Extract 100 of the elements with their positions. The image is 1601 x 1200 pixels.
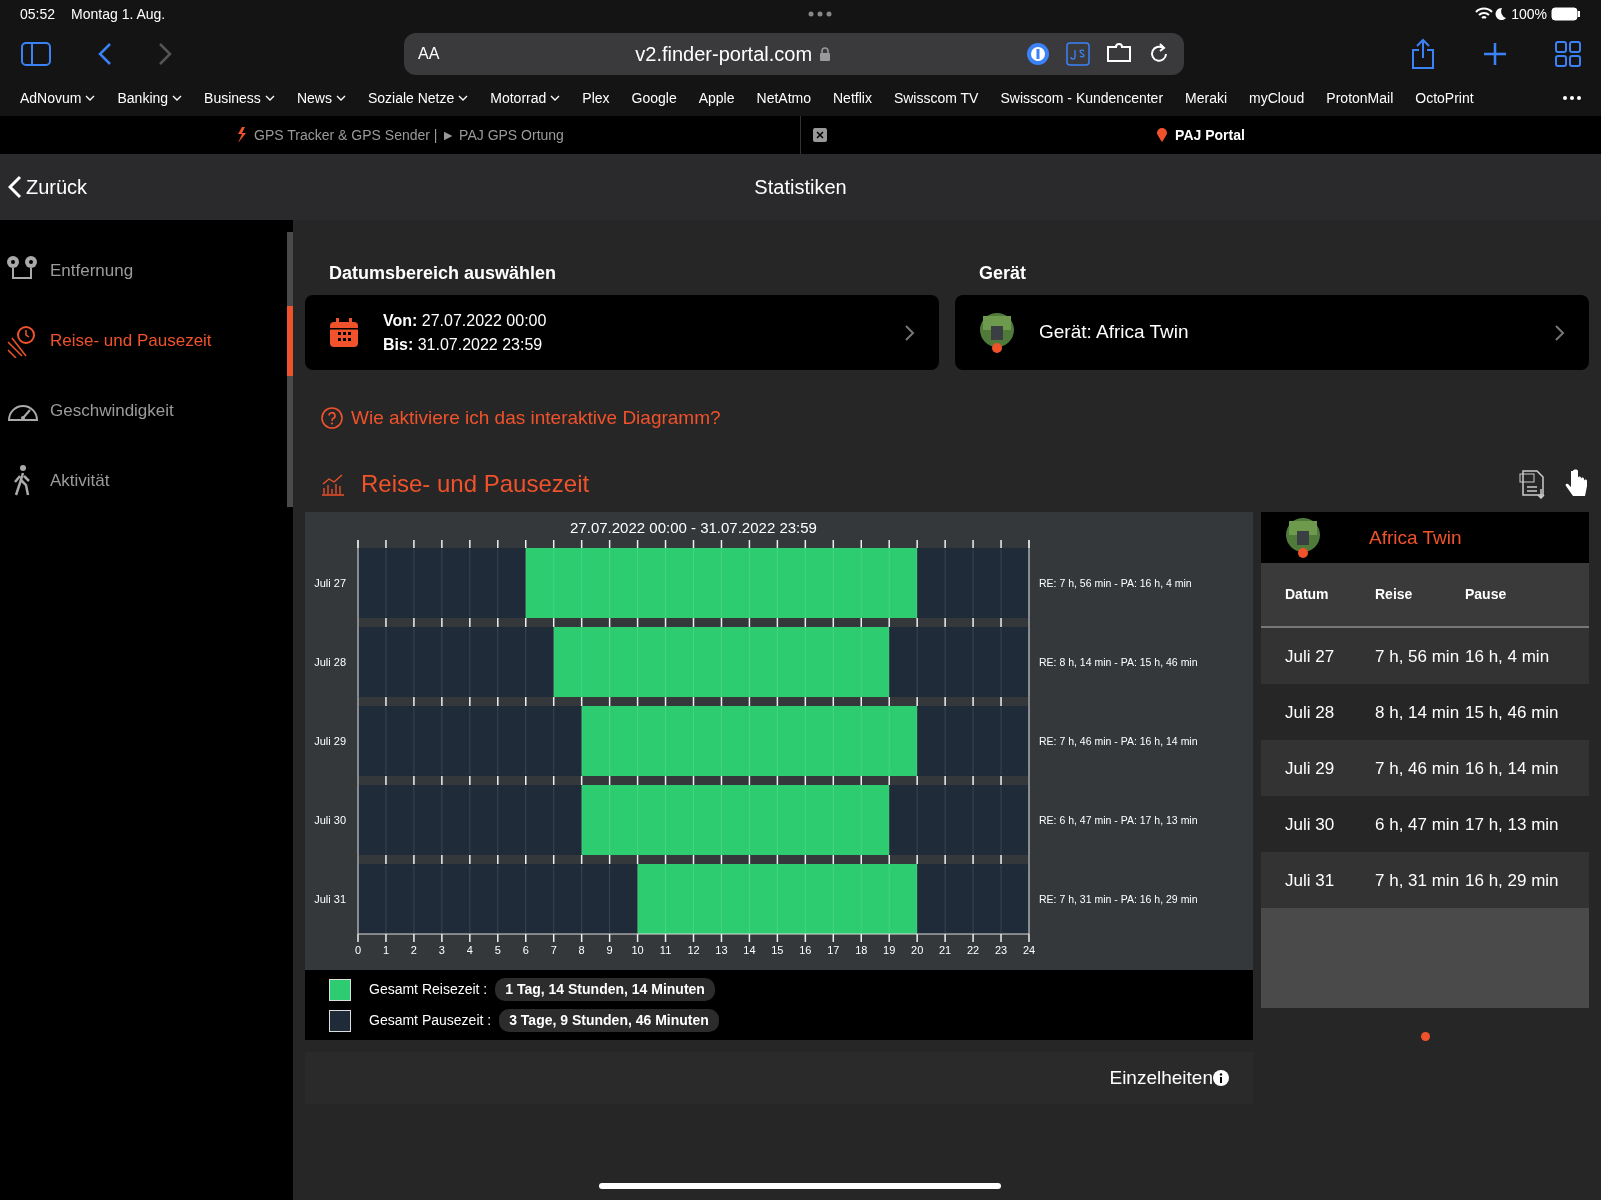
script-icon[interactable] — [1066, 42, 1090, 66]
tick-label: 15 — [771, 944, 784, 957]
bar-annotation: RE: 6 h, 47 min - PA: 17 h, 13 min — [1039, 814, 1198, 827]
tick-label: 1 — [382, 944, 389, 957]
device-button[interactable]: Gerät: Africa Twin — [955, 295, 1589, 370]
bar-chart-icon — [321, 472, 345, 497]
pdf-download-icon[interactable] — [1519, 469, 1547, 500]
tick-label: 23 — [994, 944, 1008, 957]
tick-label: 3 — [438, 944, 445, 957]
tick-label: 18 — [855, 944, 868, 957]
table-cell-text: 16 h, 4 min — [1465, 645, 1551, 668]
favicon-icon — [236, 127, 247, 143]
table-cell-text: Juli 29 — [1285, 757, 1336, 780]
address-bar[interactable]: AA v2.finder-portal.com — [404, 33, 1184, 75]
table-cell-text: Juli 27 — [1285, 645, 1336, 668]
tick-label: 11 — [659, 944, 672, 957]
table-cell-text: 16 h, 14 min — [1465, 757, 1560, 780]
bar-annotation: RE: 8 h, 14 min - PA: 15 h, 46 min — [1039, 656, 1198, 669]
forward-icon[interactable] — [158, 42, 172, 66]
share-icon[interactable] — [1411, 38, 1435, 70]
table-cell-text: Juli 28 — [1285, 701, 1336, 724]
bookmark-link[interactable]: Business — [204, 87, 275, 109]
text-size-button[interactable]: AA — [418, 42, 440, 66]
reload-icon[interactable] — [1148, 43, 1170, 65]
tick-label: 16 — [799, 944, 812, 957]
chart-section-title: Reise- und Pausezeit — [361, 469, 591, 500]
table-cell-text: 15 h, 46 min — [1465, 701, 1560, 724]
bar-annotation: RE: 7 h, 46 min - PA: 16 h, 14 min — [1039, 735, 1198, 748]
more-icon[interactable] — [1563, 96, 1581, 100]
avatar-picture-icon — [979, 311, 1015, 354]
address-text: v2.finder-portal.com — [635, 42, 813, 67]
status-time: 05:52 — [20, 4, 56, 24]
sidebar-item[interactable]: Entfernung — [0, 236, 284, 306]
tick-label: 2 — [410, 944, 417, 957]
password-icon[interactable] — [1026, 42, 1050, 66]
tick-label: 22 — [966, 944, 980, 957]
chevron-right-icon — [1554, 323, 1565, 342]
chevron-left-icon — [8, 175, 22, 199]
status-date: Montag 1. Aug. — [71, 4, 166, 24]
details-link[interactable]: Einzelheiten — [1109, 1064, 1229, 1093]
table-cell-text: Juli 30 — [1285, 813, 1336, 836]
lock-icon — [820, 47, 831, 61]
table-cell-text: 8 h, 14 min — [1375, 701, 1461, 724]
bookmark-link[interactable]: News — [296, 87, 346, 109]
tick-label: 0 — [354, 944, 362, 957]
extension-icon[interactable] — [1106, 43, 1132, 65]
axis-label: Juli 29 — [314, 735, 346, 748]
bookmark-link[interactable]: Motorrad — [490, 87, 561, 109]
axis-label: Juli 27 — [314, 577, 346, 590]
back-icon[interactable] — [98, 42, 112, 66]
calendar-icon — [329, 317, 359, 348]
pin-icon — [1157, 128, 1168, 142]
date-range-button[interactable]: Von: 27.07.2022 00:00 Bis: 31.07.2022 23:59 — [305, 295, 939, 370]
back-link[interactable]: Zurück — [0, 172, 88, 202]
bookmark-link[interactable]: Apple — [698, 87, 735, 109]
help-link[interactable]: Wie aktiviere ich das interaktive Diagramm? — [305, 404, 721, 433]
legend-label: Gesamt Pausezeit : — [369, 1011, 492, 1031]
date-to: Bis: 31.07.2022 23:59 — [383, 334, 544, 355]
bookmark-link[interactable]: myCloud — [1249, 87, 1305, 109]
section-heading: Gerät — [978, 262, 1028, 285]
bookmark-link[interactable]: Soziale Netze — [367, 87, 469, 109]
bar-annotation: RE: 7 h, 31 min - PA: 16 h, 29 min — [1039, 893, 1198, 906]
bookmark-link[interactable]: Netflix — [833, 87, 872, 109]
axis-label: Juli 30 — [314, 814, 346, 827]
tick-label: 13 — [715, 944, 728, 957]
tick-label: 12 — [687, 944, 700, 957]
axis-label: Juli 28 — [314, 656, 346, 669]
battery-level: 100% — [1511, 4, 1547, 24]
sidebar-icon[interactable] — [20, 41, 52, 67]
column-header: Pause — [1465, 585, 1508, 605]
bookmark-link[interactable]: Plex — [582, 87, 610, 109]
bookmark-link[interactable]: Google — [631, 87, 677, 109]
table-cell-text: 17 h, 13 min — [1465, 813, 1560, 836]
close-icon[interactable] — [813, 128, 827, 142]
bookmark-link[interactable]: NetAtmo — [756, 87, 811, 109]
bar-annotation: RE: 7 h, 56 min - PA: 16 h, 4 min — [1039, 577, 1192, 590]
bookmark-link[interactable]: Banking — [117, 87, 183, 109]
bookmark-link[interactable]: Swisscom TV — [893, 87, 979, 109]
legend-value: 3 Tage, 9 Stunden, 46 Minuten — [499, 1009, 719, 1033]
bookmark-link[interactable]: Meraki — [1185, 87, 1228, 109]
section-heading: Datumsbereich auswählen — [328, 262, 558, 285]
sidebar-item[interactable]: Geschwindigkeit — [0, 376, 284, 446]
wifi-icon — [1475, 7, 1494, 21]
bookmark-link[interactable]: Swisscom - Kundencenter — [1000, 87, 1164, 109]
bookmark-link[interactable]: OctoPrint — [1415, 87, 1474, 109]
page-indicator-dot[interactable] — [1420, 1032, 1430, 1042]
tick-label: 14 — [743, 944, 756, 957]
bookmark-link[interactable]: AdNovum — [20, 87, 96, 109]
column-header: Reise — [1375, 585, 1414, 605]
help-icon — [321, 407, 343, 430]
browser-tab[interactable]: GPS Tracker & GPS Sender | ► PAJ GPS Ortung — [0, 116, 800, 154]
sidebar-item[interactable]: Reise- und Pausezeit — [0, 306, 284, 376]
sidebar-item[interactable]: Aktivität — [0, 446, 284, 516]
tick-label: 7 — [550, 944, 557, 957]
bookmark-link[interactable]: ProtonMail — [1326, 87, 1394, 109]
new-tab-icon[interactable] — [1483, 42, 1507, 66]
tick-label: 4 — [466, 944, 473, 957]
axis-label: Juli 31 — [314, 893, 346, 906]
table-cell-text: 16 h, 29 min — [1465, 869, 1560, 892]
tabs-overview-icon[interactable] — [1555, 41, 1581, 67]
